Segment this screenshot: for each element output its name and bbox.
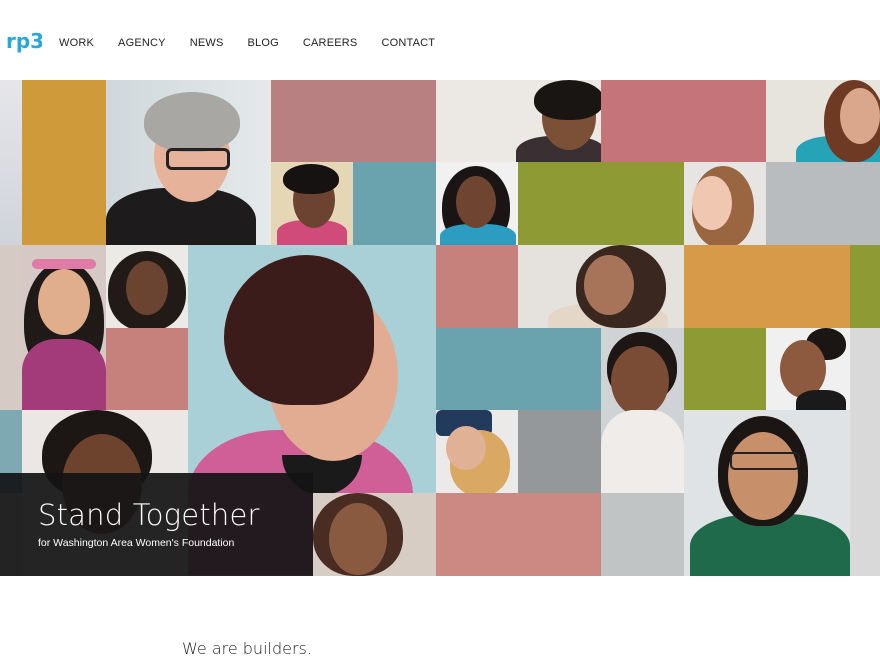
color-tile <box>436 328 601 410</box>
color-tile <box>601 80 766 162</box>
photo-tile <box>436 162 518 245</box>
photo-tile <box>0 245 22 410</box>
photo-tile <box>271 162 353 245</box>
color-tile <box>353 162 436 245</box>
color-tile <box>601 493 684 576</box>
site-header: rp3 WORK AGENCY NEWS BLOG CAREERS CONTAC… <box>0 0 880 80</box>
color-tile <box>22 80 106 245</box>
hero-title: Stand Together <box>38 498 260 532</box>
color-tile <box>850 245 880 328</box>
color-tile <box>684 245 850 328</box>
photo-tile <box>518 245 684 328</box>
photo-tile <box>684 410 850 576</box>
hero-subtitle: for Washington Area Women's Foundation <box>38 537 235 549</box>
photo-tile <box>22 245 106 410</box>
nav-careers[interactable]: CAREERS <box>303 37 358 50</box>
photo-tile <box>766 328 850 410</box>
color-tile <box>518 410 601 493</box>
photo-tile <box>436 80 601 162</box>
color-tile <box>436 493 601 576</box>
nav-work[interactable]: WORK <box>59 37 94 50</box>
photo-tile <box>684 162 766 245</box>
nav-news[interactable]: NEWS <box>190 37 224 50</box>
nav-contact[interactable]: CONTACT <box>381 37 435 50</box>
photo-tile <box>766 80 880 162</box>
color-tile <box>518 162 684 245</box>
nav-blog[interactable]: BLOG <box>248 37 279 50</box>
photo-tile-woman-glasses <box>106 80 271 245</box>
color-tile <box>106 328 188 410</box>
photo-tile <box>850 328 880 576</box>
color-tile <box>766 162 880 245</box>
color-tile <box>436 245 518 328</box>
main-nav: WORK AGENCY NEWS BLOG CAREERS CONTACT <box>59 37 459 50</box>
color-tile <box>271 80 436 162</box>
color-tile <box>684 328 766 410</box>
photo-tile <box>106 245 188 328</box>
photo-tile <box>0 80 22 245</box>
svg-text:rp3: rp3 <box>6 30 42 53</box>
nav-agency[interactable]: AGENCY <box>118 37 166 50</box>
photo-tile <box>313 493 436 576</box>
rp3-logo[interactable]: rp3 <box>6 30 42 53</box>
intro-tagline: We are builders. <box>182 639 312 658</box>
photo-tile <box>601 328 684 493</box>
hero-caption-panel[interactable]: Stand Together for Washington Area Women… <box>0 473 313 576</box>
photo-tile <box>436 410 518 493</box>
